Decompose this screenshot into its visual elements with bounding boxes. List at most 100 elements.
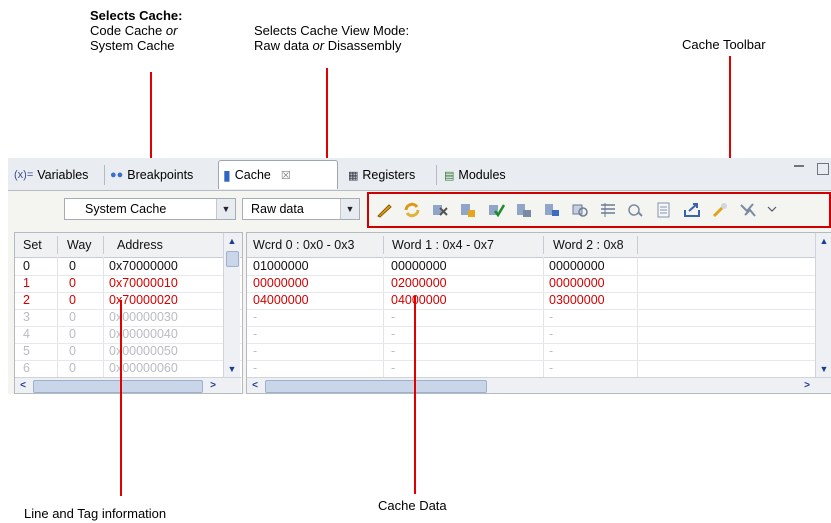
toolbar-annotation: Cache Toolbar [682,37,766,52]
filter-icon[interactable] [739,202,757,218]
invalidate-icon[interactable] [431,202,449,218]
tab-cache-label: Cache [234,168,271,182]
settings-icon[interactable] [627,202,645,218]
vertical-scrollbar[interactable]: ▲ ▼ [815,233,831,377]
table-row[interactable]: --- [247,343,831,361]
tab-registers[interactable]: ▦ Registers [344,162,434,188]
close-icon[interactable]: ☒ [281,169,291,182]
cell-w1: 04000000 [391,293,447,307]
import-icon[interactable] [683,202,701,218]
table-row[interactable]: 01000000 00000000 00000000 [247,258,831,276]
column-header-address[interactable]: Address [117,233,163,257]
tab-cache[interactable]: ▮ Cache ☒ [218,160,338,189]
column-divider [543,236,544,254]
table-row[interactable]: 0 0 0x70000000 [15,258,242,276]
table-row[interactable]: 4 0 0x00000040 [15,326,242,344]
tab-breakpoints[interactable]: ●● Breakpoints [106,162,214,188]
cell-way: 0 [69,293,76,307]
column-divider [383,236,384,254]
table-row[interactable]: 6 0 0x00000060 [15,360,242,378]
table-row[interactable]: --- [247,309,831,327]
cell-set: 3 [23,310,30,324]
view-menu-icon[interactable] [767,202,777,218]
scroll-down-icon[interactable]: ▼ [224,361,240,377]
clean-invalidate-icon[interactable] [487,202,506,218]
cache-select-value: System Cache [85,202,167,216]
scroll-down-icon[interactable]: ▼ [816,361,831,377]
breakpoints-icon: ●● [110,169,124,181]
scroll-left-icon[interactable]: < [15,378,31,393]
view-mode-line1: Selects Cache View Mode: [254,23,410,38]
minimize-icon[interactable] [794,165,804,167]
column-header-word1[interactable]: Word 1 : 0x4 - 0x7 [392,233,494,257]
scroll-right-icon[interactable]: > [205,378,221,393]
cache-data-header: Wcrd 0 : 0x0 - 0x3 Word 1 : 0x4 - 0x7 Wo… [247,233,831,258]
column-header-word0[interactable]: Wcrd 0 : 0x0 - 0x3 [253,233,354,257]
table-row[interactable]: --- [247,326,831,344]
line-tag-header: Set Way Address [15,233,242,258]
vertical-scrollbar[interactable]: ▲ ▼ [223,233,240,377]
cache-data-table: Wcrd 0 : 0x0 - 0x3 Word 1 : 0x4 - 0x7 Wo… [246,232,831,394]
scroll-thumb[interactable] [265,380,487,393]
tab-variables-label: Variables [37,168,89,182]
cell-set: 2 [23,293,30,307]
cell-address: 0x70000000 [109,259,178,273]
scroll-up-icon[interactable]: ▲ [816,233,831,249]
lock-icon[interactable] [515,202,533,218]
tab-modules[interactable]: ▤ Modules [440,162,526,188]
horizontal-scrollbar[interactable]: < > [15,377,241,393]
statistics-icon[interactable] [599,202,617,218]
cell-w1: - [391,310,396,324]
scroll-right-icon[interactable]: > [799,378,815,393]
cell-w2: 03000000 [549,293,605,307]
horizontal-scrollbar[interactable]: < > [247,377,831,393]
scroll-thumb[interactable] [226,251,239,267]
cell-w2: - [549,344,554,358]
table-row[interactable]: 3 0 0x00000030 [15,309,242,327]
cache-toolbar [370,193,828,227]
cell-w0: - [253,344,258,358]
table-row[interactable]: --- [247,360,831,378]
cache-select-dropdown[interactable]: System Cache ▼ [64,198,236,220]
selects-cache-line2: System Cache [90,38,175,53]
unlock-icon[interactable] [543,202,561,218]
cache-data-pointer [414,296,416,494]
maximize-icon[interactable] [817,163,829,175]
scroll-thumb[interactable] [33,380,203,393]
refresh-icon[interactable] [403,202,421,218]
table-row[interactable]: 5 0 0x00000050 [15,343,242,361]
tab-variables[interactable]: (x)= Variables [10,162,104,188]
cell-w2: - [549,310,554,324]
table-row[interactable]: 00000000 02000000 00000000 [247,275,831,293]
view-mode-dropdown[interactable]: Raw data ▼ [242,198,360,220]
cell-w0: - [253,310,258,324]
export-icon[interactable] [655,202,673,218]
cache-data-annotation: Cache Data [378,498,447,513]
column-divider [57,236,58,254]
chevron-down-icon[interactable]: ▼ [340,199,359,219]
table-row[interactable]: 04000000 04000000 03000000 [247,292,831,310]
cell-w2: - [549,327,554,341]
preload-icon[interactable] [571,202,589,218]
table-row[interactable]: 2 0 0x70000020 [15,292,242,310]
cell-way: 0 [69,259,76,273]
cell-set: 5 [23,344,30,358]
cell-way: 0 [69,361,76,375]
clean-icon[interactable] [459,202,477,218]
column-header-way[interactable]: Way [67,233,92,257]
pin-icon[interactable] [711,202,729,218]
scroll-left-icon[interactable]: < [247,378,263,393]
cell-w2: - [549,361,554,375]
cell-w1: 02000000 [391,276,447,290]
cell-w1: - [391,344,396,358]
chevron-down-icon[interactable]: ▼ [216,199,235,219]
column-header-set[interactable]: Set [23,233,42,257]
view-mode-annotation: Selects Cache View Mode: Raw data or Dis… [254,23,464,53]
table-row[interactable]: 1 0 0x70000010 [15,275,242,293]
selects-cache-annotation: Selects Cache: Code Cache or System Cach… [90,8,230,53]
view-mode-disasm: Disassembly [327,38,402,53]
scroll-up-icon[interactable]: ▲ [224,233,240,249]
column-header-word2[interactable]: Word 2 : 0x8 [553,233,624,257]
pencil-icon[interactable] [375,202,393,218]
cell-w2: 00000000 [549,259,605,273]
